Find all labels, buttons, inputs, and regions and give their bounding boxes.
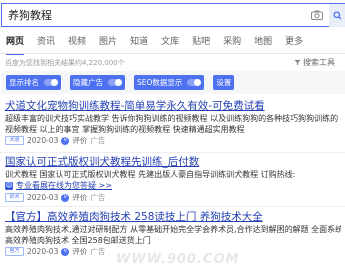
result-divider xyxy=(0,152,345,153)
verified-icon: V xyxy=(61,136,70,145)
tab-purchase[interactable]: 采购 xyxy=(217,34,241,52)
result-date: 2020-03 xyxy=(27,136,59,145)
site-logo: 官方 xyxy=(5,247,24,256)
toggle-bar: 显示排名 隐藏广告 SEO数据显示 设置 xyxy=(1,71,345,94)
result-date: 2020-03 xyxy=(27,247,59,256)
site-logo: 犬道 xyxy=(5,136,24,145)
tab-zhidao[interactable]: 知道 xyxy=(124,34,148,52)
result-title-link[interactable]: 犬道文化宠物狗训练教程-简单易学永久有效-可免费试看 xyxy=(5,99,341,113)
search-bar: 养狗教程 xyxy=(1,3,329,27)
tab-news[interactable]: 资讯 xyxy=(31,34,55,52)
result-description: 超级丰富的训犬技巧实战教学 告诉你狗狗训练的视频教程 以及训练狗狗的各种技巧狗狗… xyxy=(5,114,339,123)
verified-icon: V xyxy=(61,193,70,202)
tab-video[interactable]: 视频 xyxy=(62,34,86,52)
rating-link[interactable]: 评价 xyxy=(72,192,87,203)
rating-link[interactable]: 评价 xyxy=(72,246,87,257)
rating-link[interactable]: 评价 xyxy=(72,135,87,146)
consult-link-label: 专业看展在线为您答疑 >> xyxy=(16,181,112,190)
verified-icon: V xyxy=(61,247,70,256)
result-description: 训犬教程 国家认可正式版权训犬教程 先建出版人豪自指导训练训犬教程 订购热线: xyxy=(5,170,296,179)
result-description: 视频教程 以上的事宜 掌握狗狗训练的视频教程 快速精通超实用教程 xyxy=(5,125,245,134)
result-description: 高效养殖肉狗技术 全国258包邮送货上门 xyxy=(5,236,151,245)
tab-more[interactable]: 更多 xyxy=(279,34,303,52)
search-tools-button[interactable]: 搜索工具 xyxy=(294,57,335,68)
tab-images[interactable]: 图片 xyxy=(93,34,117,52)
tab-map[interactable]: 地图 xyxy=(248,34,272,52)
search-tools-label: 搜索工具 xyxy=(303,58,335,67)
camera-icon[interactable] xyxy=(305,4,329,26)
consult-link[interactable]: ☺ 专业看展在线为您答疑 >> xyxy=(5,180,341,192)
filter-icon xyxy=(294,59,301,66)
result-meta: 犬道 2020-03 V 评价 广告 xyxy=(5,135,341,146)
search-result: 【官方】高效养殖肉狗技术 258读技上门 养狗技术大全 高效养殖肉狗技术,通过对… xyxy=(5,210,341,257)
search-tabs: 网页 资讯 视频 图片 知道 文库 贴吧 采购 地图 更多 xyxy=(0,34,345,55)
tab-tieba[interactable]: 贴吧 xyxy=(186,34,210,52)
search-icon xyxy=(332,11,342,20)
search-input[interactable]: 养狗教程 xyxy=(2,7,305,23)
watermark: WWW.900.COM xyxy=(116,252,240,267)
search-result: 犬道文化宠物狗训练教程-简单易学永久有效-可免费试看 超级丰富的训犬技巧实战教学… xyxy=(5,99,341,146)
settings-button[interactable]: 设置 xyxy=(213,75,235,90)
consult-icon: ☺ xyxy=(5,182,13,190)
tab-wenku[interactable]: 文库 xyxy=(155,34,179,52)
toggle-show-rank[interactable]: 显示排名 xyxy=(6,75,61,90)
search-button[interactable] xyxy=(329,3,345,27)
toggle-hide-ads-label: 隐藏广告 xyxy=(73,78,103,87)
toggle-seo-data[interactable]: SEO数据显示 xyxy=(134,75,205,90)
result-description: 高效养殖肉狗技术,通过对研制配方 从零基础开始完全学会养术员,合作达到解困的解题… xyxy=(5,225,341,234)
tab-web[interactable]: 网页 xyxy=(0,34,25,55)
toggle-seo-data-label: SEO数据显示 xyxy=(137,78,183,87)
result-date: 2020-03 xyxy=(27,193,59,202)
result-divider xyxy=(0,206,345,207)
result-count: 百度为您找到相关结果约4,220,000个 xyxy=(5,59,125,67)
ad-label: 广告 xyxy=(90,136,106,145)
tab-divider xyxy=(0,53,345,54)
switch-icon xyxy=(108,79,122,86)
toggle-show-rank-label: 显示排名 xyxy=(9,78,39,87)
site-logo: 训犬 xyxy=(5,193,24,202)
result-meta: 训犬 2020-03 V 评价 广告 xyxy=(5,192,341,203)
search-result: 国家认可正式版权训犬教程先训练_后付数 训犬教程 国家认可正式版权训犬教程 先建… xyxy=(5,155,341,203)
switch-icon xyxy=(44,79,58,86)
switch-icon xyxy=(187,79,202,86)
settings-label: 设置 xyxy=(216,78,232,87)
ad-label: 广告 xyxy=(90,193,106,202)
result-title-link[interactable]: 国家认可正式版权训犬教程先训练_后付数 xyxy=(5,155,341,169)
result-title-link[interactable]: 【官方】高效养殖肉狗技术 258读技上门 养狗技术大全 xyxy=(5,210,341,224)
toggle-hide-ads[interactable]: 隐藏广告 xyxy=(70,75,125,90)
ad-label: 广告 xyxy=(90,247,106,256)
